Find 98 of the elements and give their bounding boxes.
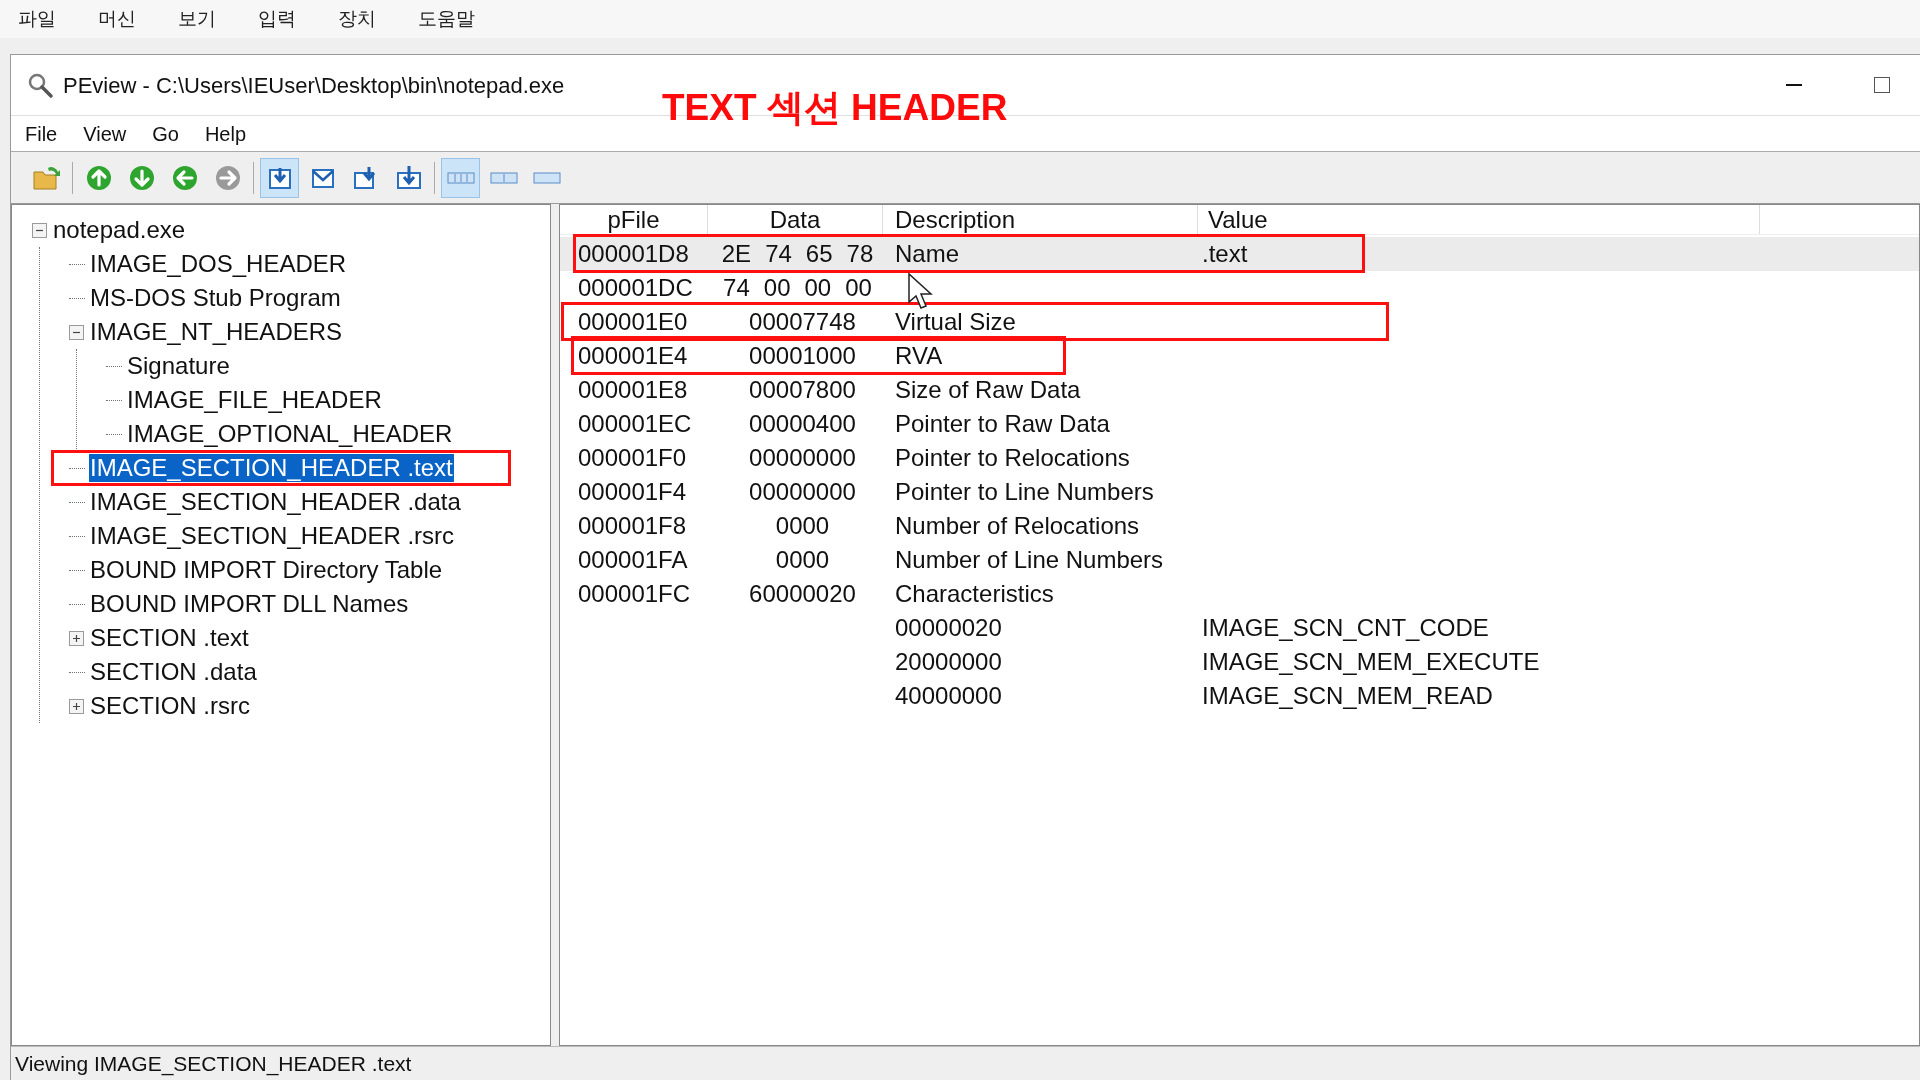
menu-item[interactable]: Go bbox=[152, 118, 179, 149]
table-cell: IMAGE_SCN_MEM_READ bbox=[1202, 682, 1493, 709]
table-cell: 000001F4 bbox=[578, 478, 687, 505]
tree-item[interactable]: BOUND IMPORT DLL Names bbox=[89, 590, 410, 618]
table-cell: RVA bbox=[895, 342, 943, 369]
table-cell: Name bbox=[895, 240, 960, 267]
table-row[interactable]: 20000000 IMAGE_SCN_MEM_EXECUTE bbox=[560, 645, 1919, 679]
table-cell: IMAGE_SCN_MEM_EXECUTE bbox=[1202, 648, 1540, 675]
table-cell: Number of Relocations bbox=[895, 512, 1140, 539]
tree-item[interactable]: MS-DOS Stub Program bbox=[89, 284, 342, 312]
table-cell: 000001E8 bbox=[578, 376, 688, 403]
table-cell: 00000020 bbox=[895, 614, 1002, 641]
table-cell: 000001DC bbox=[578, 274, 693, 301]
table-cell-text: 60000020 bbox=[748, 579, 856, 609]
expand-toggle[interactable] bbox=[69, 630, 84, 646]
table-cell: Size of Raw Data bbox=[895, 376, 1081, 403]
table-row[interactable]: 000001F0 00000000 Pointer to Relocations bbox=[560, 441, 1919, 475]
table-cell: 40000000 bbox=[895, 682, 1002, 709]
table-row[interactable]: 000001FA 0000 Number of Line Numbers bbox=[560, 543, 1919, 577]
tree-item[interactable]: IMAGE_SECTION_HEADER .rsrc bbox=[89, 522, 456, 550]
annotation-text: TEXT 섹션 HEADER bbox=[662, 86, 1008, 130]
menu-item[interactable]: 장치 bbox=[338, 4, 376, 34]
download-box-icon bbox=[394, 163, 423, 192]
table-row[interactable]: 000001FC 60000020 Characteristics bbox=[560, 577, 1919, 611]
table-row[interactable]: 000001E4 00001000 RVA bbox=[560, 339, 1919, 373]
table-cell: Pointer to Relocations bbox=[895, 444, 1130, 471]
table-cell: 000001E0 bbox=[578, 308, 688, 335]
column-header[interactable]: pFile bbox=[560, 205, 708, 234]
table-cell: 000001FC bbox=[578, 580, 691, 607]
tree-item[interactable]: SECTION .text bbox=[89, 624, 250, 652]
table-cell-text: 00007748 bbox=[748, 307, 856, 337]
menu-item[interactable]: 파일 bbox=[18, 4, 56, 34]
table-cell: Pointer to Raw Data bbox=[895, 410, 1110, 437]
table-cell: 000001E4 bbox=[578, 342, 688, 369]
two-column-icon bbox=[489, 170, 518, 185]
table-cell: Pointer to Line Numbers bbox=[895, 478, 1154, 505]
table-row[interactable]: 000001F4 00000000 Pointer to Line Numbers bbox=[560, 475, 1919, 509]
maximize-icon[interactable] bbox=[1874, 77, 1890, 93]
table-row[interactable]: 40000000 IMAGE_SCN_MEM_READ bbox=[560, 679, 1919, 713]
table-cell: Virtual Size bbox=[895, 308, 1016, 335]
table-cell: 000001F0 bbox=[578, 444, 687, 471]
table-cell-text: 0000 bbox=[774, 545, 830, 575]
status-text: Viewing IMAGE_SECTION_HEADER .text bbox=[15, 1050, 412, 1078]
tree-item[interactable]: IMAGE_OPTIONAL_HEADER bbox=[126, 420, 454, 448]
table-cell-text: 2E 74 65 78 bbox=[720, 239, 874, 269]
table-cell: IMAGE_SCN_CNT_CODE bbox=[1202, 614, 1489, 641]
menu-item[interactable]: 머신 bbox=[98, 4, 136, 34]
column-header[interactable]: Value bbox=[1198, 205, 1760, 234]
toolbar-button[interactable] bbox=[260, 157, 299, 198]
plus-icon bbox=[72, 701, 81, 711]
table-cell: .text bbox=[1202, 240, 1248, 267]
table-row[interactable]: 000001E8 00007800 Size of Raw Data bbox=[560, 373, 1919, 407]
table-cell: 000001F8 bbox=[578, 512, 687, 539]
table-cell: Characteristics bbox=[895, 580, 1054, 607]
menu-item[interactable]: Help bbox=[204, 118, 247, 149]
table-row[interactable]: 000001EC 00000400 Pointer to Raw Data bbox=[560, 407, 1919, 441]
table-cell: 000001EC bbox=[578, 410, 692, 437]
expand-toggle[interactable] bbox=[69, 698, 84, 714]
table-row[interactable]: 000001D8 2E 74 65 78 Name .text bbox=[560, 237, 1919, 271]
menu-item[interactable]: 입력 bbox=[258, 4, 296, 34]
column-header[interactable]: Description bbox=[883, 205, 1198, 234]
table-cell-text: 00000000 bbox=[748, 477, 856, 507]
tree-item[interactable]: IMAGE_NT_HEADERS bbox=[89, 318, 344, 346]
table-cell: Number of Line Numbers bbox=[895, 546, 1164, 573]
table-cell: 000001D8 bbox=[578, 240, 689, 267]
tree-item[interactable]: IMAGE_FILE_HEADER bbox=[126, 386, 383, 414]
table-cell-text: 74 00 00 00 bbox=[722, 273, 872, 303]
menu-item[interactable]: 보기 bbox=[178, 4, 216, 34]
table-row[interactable]: 000001F8 0000 Number of Relocations bbox=[560, 509, 1919, 543]
single-column-icon bbox=[532, 170, 561, 185]
table-row[interactable]: 000001E0 00007748 Virtual Size bbox=[560, 305, 1919, 339]
table-row[interactable]: 000001DC 74 00 00 00 bbox=[560, 271, 1919, 305]
collapse-toggle[interactable] bbox=[69, 324, 84, 340]
menu-item[interactable]: View bbox=[83, 118, 127, 149]
table-cell: 20000000 bbox=[895, 648, 1002, 675]
tree-item[interactable]: IMAGE_SECTION_HEADER .data bbox=[89, 488, 462, 516]
plus-icon bbox=[72, 633, 81, 643]
three-column-icon bbox=[446, 170, 475, 185]
magnifier-icon bbox=[26, 71, 54, 99]
menu-item[interactable]: File bbox=[25, 118, 58, 149]
tree-item[interactable]: notepad.exe bbox=[52, 216, 187, 244]
column-header[interactable]: Data bbox=[708, 205, 883, 234]
table-row[interactable]: 00000020 IMAGE_SCN_CNT_CODE bbox=[560, 611, 1919, 645]
table-cell-text: 00000400 bbox=[748, 409, 856, 439]
collapse-toggle[interactable] bbox=[32, 222, 47, 238]
window-title: PEview - C:\Users\IEUser\Desktop\bin\notepad.exe bbox=[63, 71, 565, 100]
menu-item[interactable]: 도움말 bbox=[418, 4, 475, 34]
table-cell-text: 00001000 bbox=[748, 341, 856, 371]
table-cell-text: 0000 bbox=[774, 511, 830, 541]
tree-item[interactable]: IMAGE_SECTION_HEADER .text bbox=[89, 454, 454, 482]
tree-item[interactable]: SECTION .data bbox=[89, 658, 258, 686]
tree-item[interactable]: BOUND IMPORT Directory Table bbox=[89, 556, 444, 584]
tree-item[interactable]: Signature bbox=[126, 352, 231, 380]
table-cell-text: 00000000 bbox=[748, 443, 856, 473]
tree-item[interactable]: IMAGE_DOS_HEADER bbox=[89, 250, 348, 278]
table-cell-text: 00007800 bbox=[748, 375, 856, 405]
table-cell: 000001FA bbox=[578, 546, 688, 573]
tree-item[interactable]: SECTION .rsrc bbox=[89, 692, 251, 720]
